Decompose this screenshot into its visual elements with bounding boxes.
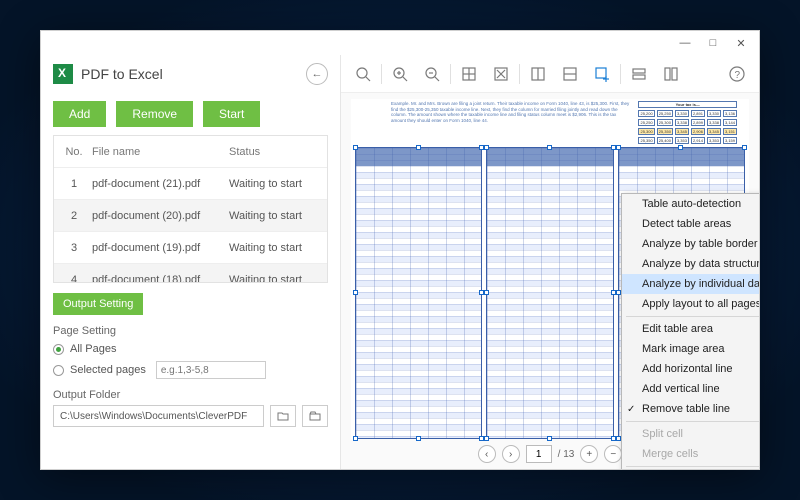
page-next-button[interactable]: › (502, 445, 520, 463)
zoom-out-button[interactable]: − (604, 445, 622, 463)
window-minimize[interactable]: — (671, 33, 699, 53)
radio-icon (53, 344, 64, 355)
context-menu-item[interactable]: Remove table line (622, 399, 759, 419)
grid-icon[interactable] (455, 61, 483, 87)
separator (519, 64, 520, 84)
file-name: pdf-document (18).pdf (86, 274, 229, 284)
radio-label: All Pages (70, 343, 116, 355)
table-area[interactable] (486, 147, 613, 439)
output-folder-row (53, 405, 328, 427)
zoom-in-button[interactable]: + (580, 445, 598, 463)
context-menu-item[interactable]: Analyze by table border (622, 234, 759, 254)
browse-folder-button[interactable] (270, 405, 296, 427)
context-menu-item[interactable]: Detect table areas (622, 214, 759, 234)
context-menu-item[interactable]: Add vertical line (622, 379, 759, 399)
radio-icon (53, 365, 64, 376)
file-list-header: No. File name Status (54, 136, 327, 168)
context-menu-item[interactable]: Apply layout to all pages (622, 294, 759, 314)
zoom-in-icon[interactable] (386, 61, 414, 87)
titlebar: — □ ✕ (41, 31, 759, 55)
open-folder-button[interactable] (302, 405, 328, 427)
brand: PDF to Excel ← (53, 55, 328, 93)
file-status: Waiting to start (229, 210, 319, 222)
example-paragraph: Example. Mr. and Mrs. Brown are filing a… (391, 99, 630, 143)
preview-toolbar: ? (341, 55, 759, 93)
separator (450, 64, 451, 84)
file-list[interactable]: No. File name Status 1 pdf-document (21)… (53, 135, 328, 283)
app-title: PDF to Excel (81, 66, 163, 82)
table-remove-icon[interactable] (487, 61, 515, 87)
output-setting-button[interactable]: Output Setting (53, 293, 143, 315)
context-menu-item[interactable]: Add horizontal line (622, 359, 759, 379)
page-setting-label: Page Setting (53, 325, 328, 337)
add-area-icon[interactable] (588, 61, 616, 87)
output-folder-label: Output Folder (53, 389, 328, 401)
add-button[interactable]: Add (53, 101, 106, 127)
action-buttons: Add Remove Start (53, 101, 328, 127)
file-row[interactable]: 4 pdf-document (18).pdf Waiting to start (54, 264, 327, 283)
table-area[interactable] (355, 147, 482, 439)
file-name: pdf-document (19).pdf (86, 242, 229, 254)
context-menu-item: Split cell (622, 424, 759, 444)
radio-selected-pages[interactable]: Selected pages (53, 361, 328, 379)
zoom-out-icon[interactable] (418, 61, 446, 87)
file-no: 2 (62, 210, 86, 222)
col-name: File name (86, 146, 229, 158)
context-menu[interactable]: Table auto-detectionDetect table areasAn… (621, 193, 759, 469)
context-menu-item: Merge cells (622, 444, 759, 464)
file-no: 3 (62, 242, 86, 254)
remove-button[interactable]: Remove (116, 101, 193, 127)
zoom-fit-icon[interactable] (349, 61, 377, 87)
start-button[interactable]: Start (203, 101, 260, 127)
context-menu-item[interactable]: Edit table area (622, 319, 759, 339)
file-no: 4 (62, 274, 86, 284)
page-total: / 13 (558, 449, 575, 460)
radio-label: Selected pages (70, 364, 146, 376)
context-menu-item[interactable]: Analyze by data structure (622, 254, 759, 274)
file-status: Waiting to start (229, 242, 319, 254)
file-status: Waiting to start (229, 178, 319, 190)
doc-header: Example. Mr. and Mrs. Brown are filing a… (391, 99, 739, 143)
layout2-icon[interactable] (657, 61, 685, 87)
context-menu-item[interactable]: Analyze by individual data (622, 274, 759, 294)
separator (620, 64, 621, 84)
radio-all-pages[interactable]: All Pages (53, 343, 328, 355)
file-status: Waiting to start (229, 274, 319, 284)
output-folder-input[interactable] (53, 405, 264, 427)
separator (381, 64, 382, 84)
window-close[interactable]: ✕ (727, 33, 755, 53)
file-row[interactable]: 1 pdf-document (21).pdf Waiting to start (54, 168, 327, 200)
file-name: pdf-document (21).pdf (86, 178, 229, 190)
file-no: 1 (62, 178, 86, 190)
content: PDF to Excel ← Add Remove Start No. File… (41, 55, 759, 469)
file-name: pdf-document (20).pdf (86, 210, 229, 222)
file-row[interactable]: 2 pdf-document (20).pdf Waiting to start (54, 200, 327, 232)
context-menu-item[interactable]: Mark image area (622, 339, 759, 359)
col-status: Status (229, 146, 319, 158)
selected-pages-input[interactable] (156, 361, 266, 379)
help-icon[interactable]: ? (723, 61, 751, 87)
excel-icon (53, 64, 73, 84)
page-number-input[interactable] (526, 445, 552, 463)
file-row[interactable]: 3 pdf-document (19).pdf Waiting to start (54, 232, 327, 264)
left-pane: PDF to Excel ← Add Remove Start No. File… (41, 55, 341, 469)
app-window: — □ ✕ PDF to Excel ← Add Remove Start No… (40, 30, 760, 470)
window-maximize[interactable]: □ (699, 33, 727, 53)
back-button[interactable]: ← (306, 63, 328, 85)
mini-header: Your tax is— (638, 101, 737, 108)
col-no: No. (62, 146, 86, 158)
right-pane: ? Example. Mr. and Mrs. Brown are filing… (341, 55, 759, 469)
split-horiz-icon[interactable] (556, 61, 584, 87)
split-vert-icon[interactable] (524, 61, 552, 87)
context-menu-item[interactable]: Table auto-detection (622, 194, 759, 214)
preview-area[interactable]: Example. Mr. and Mrs. Brown are filing a… (341, 93, 759, 469)
example-table: Your tax is— 25,20025,2503,3302,8913,330… (636, 99, 739, 146)
svg-text:?: ? (735, 70, 741, 81)
page-prev-button[interactable]: ‹ (478, 445, 496, 463)
layout-icon[interactable] (625, 61, 653, 87)
